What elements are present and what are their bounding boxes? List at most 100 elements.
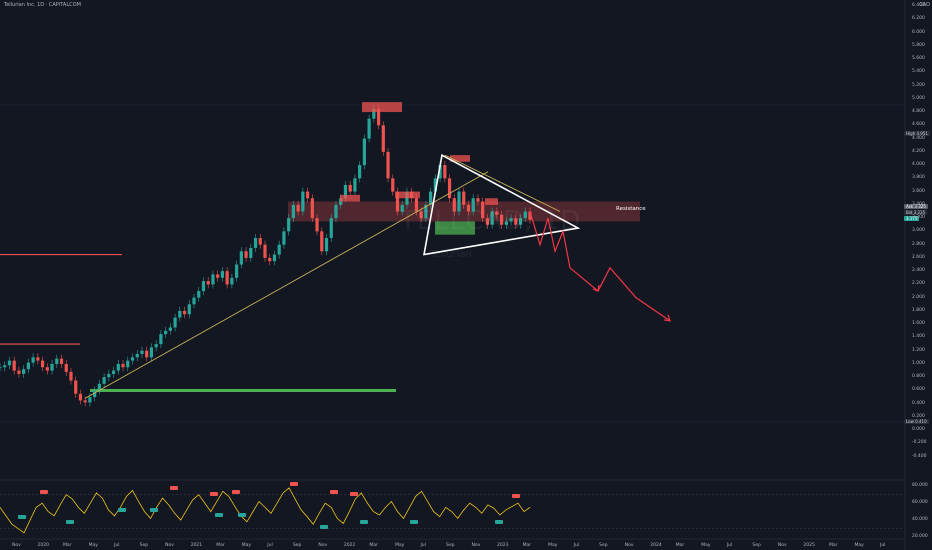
rsi-bear-marker <box>210 492 218 496</box>
price-candle <box>263 244 267 258</box>
time-tick-label: May <box>88 543 98 548</box>
price-candle <box>391 178 395 192</box>
price-tick-label: 0.000 <box>912 427 925 433</box>
price-tick-label: 2.200 <box>912 281 925 287</box>
time-tick-label: Jul <box>573 543 580 548</box>
price-candle <box>386 151 390 179</box>
price-tick-label: 1.600 <box>912 321 925 327</box>
price-candle <box>462 191 466 205</box>
price-candle <box>69 371 73 381</box>
time-tick-label: Jul <box>267 543 273 548</box>
time-tick-label: Sep <box>599 543 608 548</box>
price-candle <box>83 400 87 403</box>
time-tick-label: Nov <box>318 543 328 548</box>
price-candle <box>78 393 83 401</box>
price-tick-label: 0.400 <box>912 400 925 406</box>
time-tick-label: 2024 <box>650 543 662 548</box>
price-candle <box>17 370 21 374</box>
price-tick-label: 3.200 <box>912 215 925 221</box>
price-candle <box>3 365 7 368</box>
time-tick-label: Nov <box>165 543 174 548</box>
price-candle <box>253 238 258 248</box>
time-tick-label: 2020 <box>37 543 49 548</box>
time-tick-label: May <box>241 543 252 548</box>
price-candle <box>305 191 310 199</box>
price-tick-label: 3.000 <box>912 228 925 234</box>
price-candle <box>291 204 295 219</box>
price-candle <box>192 297 196 305</box>
price-tick-label: -0.400 <box>912 453 927 459</box>
price-tick-label: 0.600 <box>912 387 925 393</box>
price-tick-label: 2.800 <box>912 241 925 247</box>
rsi-bull-marker <box>150 508 158 512</box>
time-tick-label: Mar <box>522 543 532 548</box>
price-candle <box>320 231 324 252</box>
price-candle <box>88 397 92 403</box>
rsi-tick-label: 20.000 <box>912 534 928 539</box>
rsi-bull-marker <box>18 515 26 519</box>
price-candle <box>334 204 338 219</box>
price-candle <box>220 271 225 278</box>
rsi-bear-marker <box>350 492 358 496</box>
time-tick-label: Mar <box>216 543 225 548</box>
price-candle <box>187 304 191 315</box>
time-tick-label: May <box>701 543 711 548</box>
price-candle <box>173 317 177 328</box>
drawings-layer <box>84 102 671 399</box>
price-candle <box>447 178 452 199</box>
rsi-bear-marker <box>512 494 520 498</box>
price-candle <box>381 125 385 152</box>
price-candle <box>235 264 239 278</box>
time-tick-label: Jul <box>114 543 120 548</box>
price-candle <box>140 350 144 354</box>
price-candle <box>197 291 201 298</box>
price-tick-label: 1.200 <box>912 347 925 353</box>
price-candle <box>367 118 371 139</box>
price-candle <box>476 198 480 202</box>
rsi-pane <box>0 487 905 534</box>
price-candle <box>239 251 243 265</box>
price-tick-label: 2.000 <box>912 294 925 300</box>
price-tick-label: 3.800 <box>912 175 925 181</box>
price-candle <box>282 231 286 245</box>
price-candle <box>111 370 116 374</box>
time-tick-label: Mar <box>675 543 685 548</box>
rsi-bear-marker <box>330 490 338 494</box>
time-tick-label: Nov <box>471 543 481 548</box>
price-candle <box>126 360 130 368</box>
price-candle <box>353 178 357 192</box>
price-tick-label: 0.200 <box>912 413 925 419</box>
chart-title: Tellurian Inc. 1D · CAPITALCOM <box>4 2 81 8</box>
price-candle <box>272 254 277 262</box>
price-candle <box>121 363 125 368</box>
price-candle <box>135 354 139 358</box>
price-candle <box>12 360 16 371</box>
price-chart[interactable] <box>0 0 932 550</box>
price-candle <box>164 330 168 335</box>
price-candle <box>26 362 30 370</box>
time-tick-label: May <box>854 543 864 548</box>
price-tick-label: 4.200 <box>912 148 925 154</box>
price-candle <box>178 310 182 318</box>
price-candle <box>74 380 78 394</box>
rsi-bull-marker <box>118 508 126 512</box>
grid-lines <box>0 0 906 550</box>
price-candle <box>296 204 300 212</box>
price-candle <box>64 363 68 372</box>
rsi-bull-marker <box>66 520 74 524</box>
price-tick-label: 6.000 <box>912 29 925 35</box>
price-candle <box>211 274 215 285</box>
time-tick-label: 2023 <box>497 543 509 548</box>
price-candle <box>258 238 262 245</box>
time-tick-label: Jul <box>420 543 426 548</box>
price-tick-label: 1.400 <box>912 334 925 340</box>
price-candle <box>230 277 234 285</box>
name-watermark: Tellurian <box>430 249 472 260</box>
time-tick-label: Jul <box>726 543 733 548</box>
price-candle <box>59 358 64 364</box>
price-candle <box>315 218 319 232</box>
price-candle <box>287 218 291 232</box>
price-candle <box>362 138 366 166</box>
price-candle <box>268 257 272 262</box>
price-candle <box>168 327 172 331</box>
